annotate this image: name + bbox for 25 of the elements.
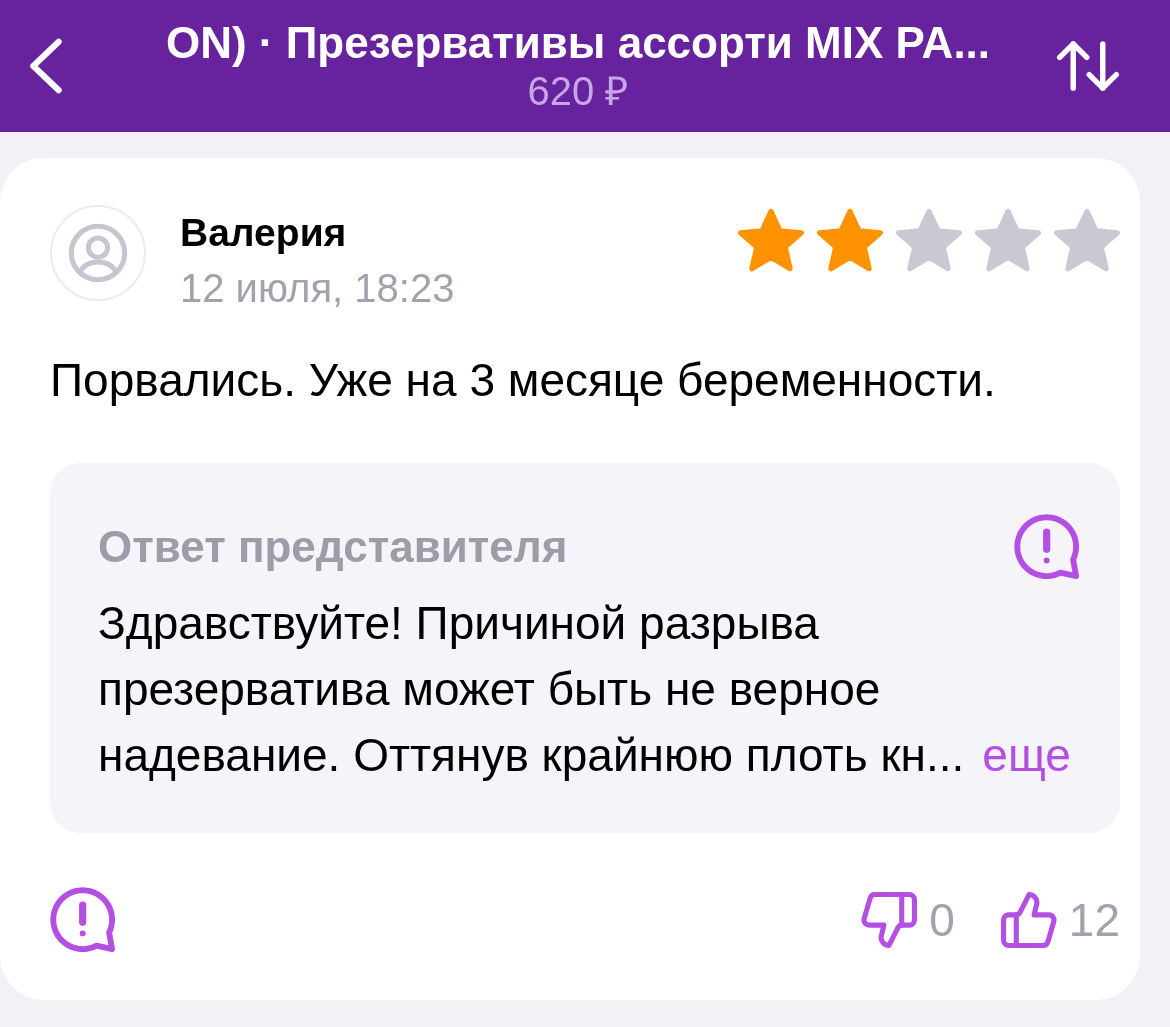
empty-star-icon	[975, 208, 1041, 272]
review-text: Порвались. Уже на 3 месяце беременности.	[50, 353, 997, 407]
empty-star-icon	[896, 208, 962, 272]
reply-text: Здравствуйте! Причиной разрыва презерватива может быть не верное надевание. Оттянув крайнюю плоть кн... еще	[98, 596, 1072, 783]
empty-star-icon	[1054, 208, 1120, 272]
review-date: 12 июля, 18:23	[180, 265, 456, 311]
user-avatar-icon	[50, 205, 146, 301]
alert-bubble-icon	[1014, 514, 1080, 580]
report-button[interactable]	[1014, 514, 1080, 580]
dislike-button[interactable]: 0	[861, 891, 955, 949]
more-link[interactable]: еще	[982, 729, 1071, 781]
back-button[interactable]	[28, 38, 64, 94]
back-chevron-icon	[28, 38, 64, 94]
reply-title: Ответ представителя	[98, 521, 568, 573]
filled-star-icon	[817, 208, 883, 272]
product-title: ON) · Презервативы ассорти MIX PA...	[165, 18, 991, 68]
sort-button[interactable]	[1056, 40, 1120, 92]
filled-star-icon	[738, 208, 804, 272]
report-button[interactable]	[50, 887, 116, 953]
thumbs-down-icon	[861, 891, 918, 949]
author-name: Валерия	[180, 210, 348, 256]
product-price: 620 ₽	[527, 68, 629, 114]
alert-bubble-icon	[50, 887, 116, 953]
thumbs-up-icon	[1000, 891, 1057, 949]
like-button[interactable]: 12	[1000, 891, 1120, 949]
